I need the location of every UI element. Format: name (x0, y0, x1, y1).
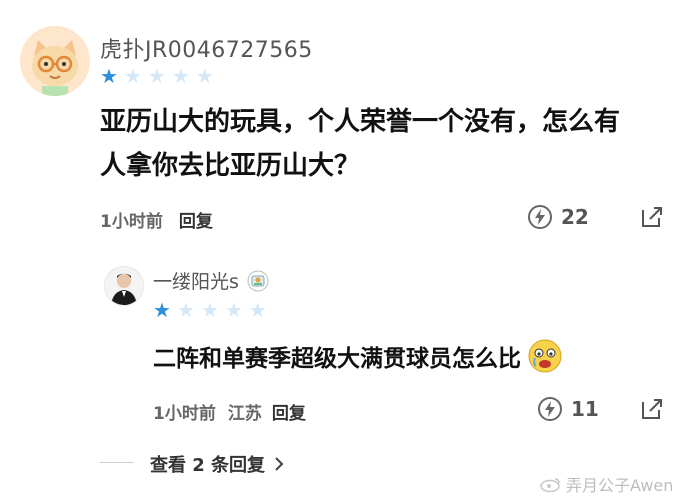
reply-button[interactable]: 回复 (272, 404, 306, 424)
star-icon: ★ (147, 64, 166, 88)
share-icon (642, 207, 662, 227)
avatar-cat-glasses-icon (20, 26, 90, 96)
chevron-right-icon (275, 457, 284, 471)
lightning-like-icon (538, 397, 562, 421)
star-icon: ★ (153, 298, 171, 322)
share-icon (642, 399, 662, 419)
location: 江苏 (227, 404, 262, 424)
comment-text: 亚历山大的玩具，个人荣誉一个没有，怎么有 人拿你去比亚历山大？ (100, 100, 680, 188)
badge-icon (247, 270, 269, 291)
avatar[interactable] (104, 266, 144, 306)
share-button[interactable] (640, 397, 664, 425)
share-button[interactable] (640, 205, 664, 233)
reply-button[interactable]: 回复 (179, 212, 213, 232)
like-count: 22 (561, 205, 589, 229)
view-more-replies[interactable]: 查看 2 条回复 (150, 451, 285, 477)
star-rating: ★ ★ ★ ★ ★ (100, 66, 214, 86)
star-icon: ★ (171, 64, 190, 88)
user-line: 一缕阳光s (153, 267, 269, 294)
comment-text-line: 二阵和单赛季超级大满贯球员怎么比 (153, 346, 521, 372)
comment-meta: 1小时前 江苏 回复 (153, 399, 306, 424)
username[interactable]: 虎扑JR0046727565 (100, 32, 313, 64)
like-button[interactable]: 11 (537, 396, 599, 422)
star-rating: ★ ★ ★ ★ ★ (153, 300, 267, 320)
username[interactable]: 一缕阳光s (153, 267, 239, 294)
lightning-like-icon (528, 205, 552, 229)
star-icon: ★ (200, 298, 219, 322)
view-more-label: 查看 2 条回复 (150, 455, 266, 476)
timestamp: 1小时前 (100, 212, 163, 232)
comment-text-line: 亚历山大的玩具，个人荣誉一个没有，怎么有 (100, 107, 621, 137)
emoji-cry-icon (528, 339, 562, 373)
avatar[interactable] (20, 26, 90, 96)
avatar-person-icon (105, 267, 143, 305)
timestamp: 1小时前 (153, 404, 216, 424)
watermark-text: 弄月公子Awen (566, 476, 674, 495)
comment-text: 二阵和单赛季超级大满贯球员怎么比 (153, 338, 563, 374)
watermark: 弄月公子Awen (540, 472, 673, 496)
star-icon: ★ (195, 64, 214, 88)
star-icon: ★ (224, 298, 243, 322)
star-icon: ★ (100, 64, 118, 88)
star-icon: ★ (176, 298, 195, 322)
star-icon: ★ (123, 64, 142, 88)
star-icon: ★ (248, 298, 267, 322)
like-count: 11 (571, 397, 599, 421)
weibo-logo-icon (540, 478, 560, 492)
comment-text-line: 人拿你去比亚历山大？ (100, 151, 361, 181)
comment-meta: 1小时前 回复 (100, 207, 213, 232)
like-button[interactable]: 22 (527, 204, 589, 230)
divider (100, 462, 134, 463)
